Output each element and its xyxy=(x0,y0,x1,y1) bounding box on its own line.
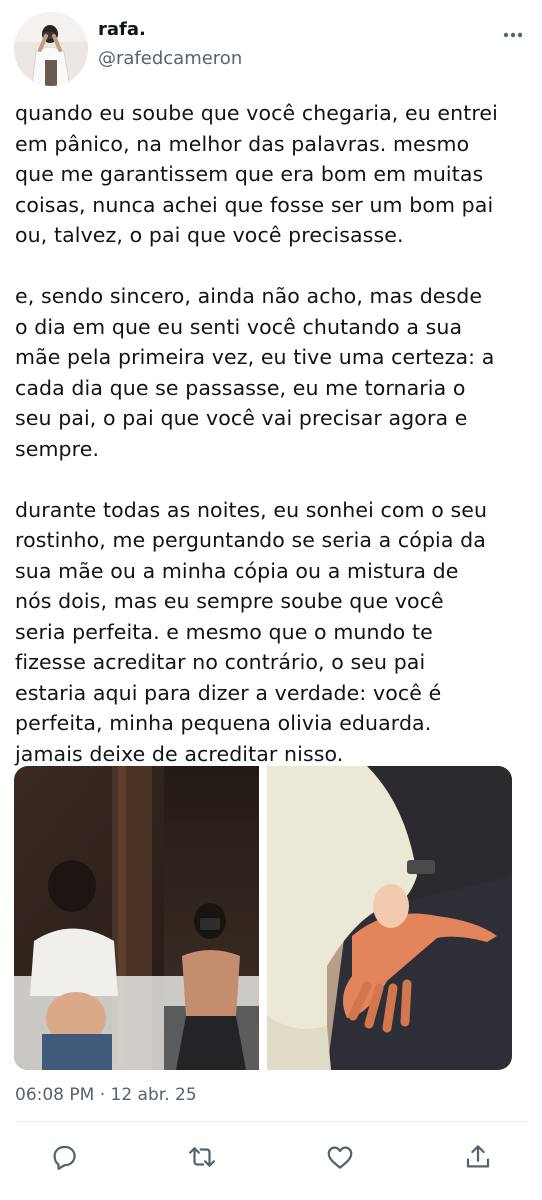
reply-button[interactable] xyxy=(49,1142,79,1172)
share-button[interactable] xyxy=(463,1142,493,1172)
photo-mirror-selfie-image xyxy=(14,766,259,1070)
more-button[interactable] xyxy=(496,22,530,46)
tweet-timestamp[interactable]: 06:08 PM · 12 abr. 25 xyxy=(15,1085,197,1105)
tweet-header: rafa. @rafedcameron xyxy=(0,0,542,90)
tweet-paragraph: e, sendo sincero, ainda não acho, mas de… xyxy=(15,284,495,461)
author-name[interactable]: rafa. xyxy=(98,19,146,40)
reply-icon xyxy=(53,1145,76,1170)
photo-baby-hand[interactable] xyxy=(267,766,512,1070)
photo-baby-hand-image xyxy=(267,766,512,1070)
photo-mirror-selfie[interactable] xyxy=(14,766,259,1070)
more-icon xyxy=(503,32,523,38)
tweet-text: quando eu soube que você chegaria, eu en… xyxy=(15,98,530,769)
divider xyxy=(15,1121,527,1122)
avatar-image xyxy=(14,12,88,86)
retweet-button[interactable] xyxy=(187,1142,217,1172)
tweet-paragraph: durante todas as noites, eu sonhei com o… xyxy=(15,497,488,766)
share-icon xyxy=(466,1145,490,1168)
retweet-icon xyxy=(189,1147,215,1167)
like-button[interactable] xyxy=(325,1142,355,1172)
tweet-media xyxy=(14,766,512,1070)
heart-icon xyxy=(327,1146,353,1169)
tweet-actions xyxy=(0,1134,542,1180)
author-handle[interactable]: @rafedcameron xyxy=(98,48,242,69)
tweet-paragraph: quando eu soube que você chegaria, eu en… xyxy=(15,101,498,247)
avatar[interactable] xyxy=(14,12,88,86)
